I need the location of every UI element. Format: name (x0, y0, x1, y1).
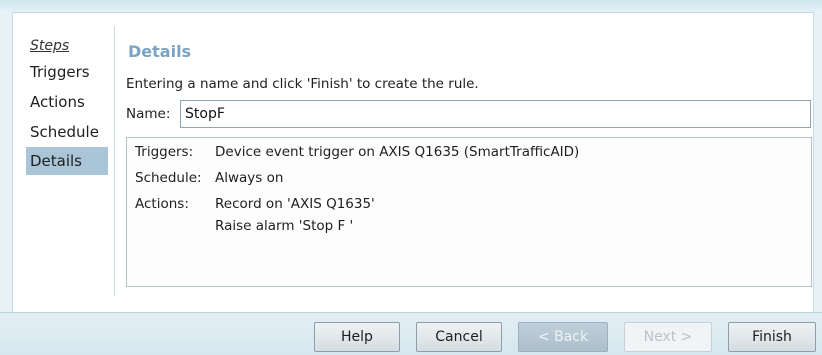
summary-triggers-label: Triggers: (135, 144, 194, 160)
step-schedule[interactable]: Schedule (26, 118, 108, 146)
summary-action-alarm: Raise alarm 'Stop F ' (215, 218, 354, 234)
summary-schedule-value: Always on (215, 170, 284, 186)
rule-name-input[interactable] (180, 100, 811, 128)
back-button[interactable]: < Back (518, 322, 608, 352)
summary-schedule-row: Schedule: Always on (135, 170, 283, 186)
help-button[interactable]: Help (314, 322, 400, 352)
summary-action-record: Record on 'AXIS Q1635' (215, 196, 375, 212)
summary-triggers-row: Triggers: Device event trigger on AXIS Q… (135, 144, 579, 160)
window-left-border (0, 12, 13, 312)
summary-schedule-label: Schedule: (135, 170, 202, 186)
rule-summary-box: Triggers: Device event trigger on AXIS Q… (126, 137, 812, 287)
window-right-border (813, 12, 822, 312)
section-title: Details (128, 42, 192, 61)
window-top-border (0, 0, 822, 13)
sidebar-divider (114, 26, 115, 296)
steps-header: Steps (30, 38, 70, 54)
summary-actions-label: Actions: (135, 196, 189, 212)
summary-actions-row: Actions: Record on 'AXIS Q1635' (135, 196, 375, 212)
finish-button[interactable]: Finish (728, 322, 816, 352)
summary-triggers-value: Device event trigger on AXIS Q1635 (Smar… (215, 144, 580, 160)
step-actions[interactable]: Actions (26, 88, 108, 116)
step-details[interactable]: Details (26, 147, 108, 175)
rule-wizard-window: Steps Triggers Actions Schedule Details … (0, 0, 822, 355)
cancel-button[interactable]: Cancel (416, 322, 502, 352)
next-button[interactable]: Next > (624, 322, 712, 352)
instruction-text: Entering a name and click 'Finish' to cr… (126, 76, 479, 92)
step-triggers[interactable]: Triggers (26, 58, 108, 86)
name-label: Name: (126, 106, 171, 122)
